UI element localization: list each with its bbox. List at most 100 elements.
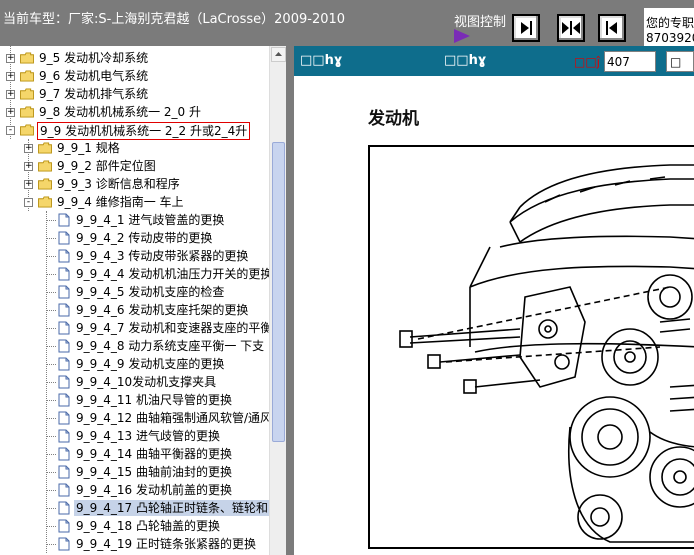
- tree-leaf-item[interactable]: 9_9_4_8 动力系统支座平衡一 下支: [0, 337, 270, 355]
- document-icon: [58, 393, 70, 407]
- tree-guide-line: [46, 274, 56, 275]
- tree-folder-item[interactable]: +9_9_3 诊断信息和程序: [0, 175, 270, 193]
- document-icon: [58, 339, 70, 353]
- document-icon: [58, 231, 70, 245]
- folder-icon: [20, 52, 34, 64]
- tree-folder-item[interactable]: +9_5 发动机冷却系统: [0, 49, 270, 67]
- collapse-toggle-icon[interactable]: -: [6, 126, 15, 135]
- chevron-up-icon: [275, 52, 282, 56]
- document-icon: [58, 411, 70, 425]
- tree-item-label: 9_9_3 诊断信息和程序: [57, 177, 180, 191]
- tree-leaf-item[interactable]: 9_9_4_3 传动皮带张紧器的更换: [0, 247, 270, 265]
- tree-guide-line: [46, 328, 56, 329]
- tree-folder-item[interactable]: +9_8 发动机机械系统一 2_0 升: [0, 103, 270, 121]
- tree-leaf-item[interactable]: 9_9_4_14 曲轴平衡器的更换: [0, 445, 270, 463]
- tree-item-label: 9_9_4_6 发动机支座托架的更换: [76, 303, 249, 317]
- document-icon: [58, 501, 70, 515]
- view-control-arrow-icon: [454, 29, 470, 43]
- info-line-1: 您的专职: [646, 16, 694, 30]
- expand-toggle-icon[interactable]: +: [24, 180, 33, 189]
- tree-guide-line: [46, 472, 56, 473]
- tree-leaf-item[interactable]: 9_9_4_9 发动机支座的更换: [0, 355, 270, 373]
- expand-toggle-icon[interactable]: +: [6, 72, 15, 81]
- info-line-2: 8703920: [646, 31, 694, 45]
- tree-leaf-item[interactable]: 9_9_4_16 发动机前盖的更换: [0, 481, 270, 499]
- tree-guide-line: [46, 292, 56, 293]
- tree-leaf-item[interactable]: 9_9_4_15 曲轴前油封的更换: [0, 463, 270, 481]
- tree-leaf-item[interactable]: 9_9_4_2 传动皮带的更换: [0, 229, 270, 247]
- current-car-title: 当前车型：厂家:S-上海别克君越（LaCrosse）2009-2010: [3, 12, 346, 27]
- document-icon: [58, 285, 70, 299]
- arrows-both-icon: [562, 21, 580, 35]
- tree-leaf-item[interactable]: 9_9_4_11 机油尺导管的更换: [0, 391, 270, 409]
- tree-item-label: 9_9_4_7 发动机和变速器支座的平衡: [76, 321, 273, 335]
- document-icon: [58, 321, 70, 335]
- expand-toggle-icon[interactable]: +: [6, 108, 15, 117]
- tree-leaf-item[interactable]: 9_9_4_19 正时链条张紧器的更换: [0, 535, 270, 553]
- expand-toggle-icon[interactable]: +: [6, 54, 15, 63]
- scroll-thumb[interactable]: [272, 142, 285, 442]
- tree-item-label: 9_9_4_11 机油尺导管的更换: [76, 393, 232, 407]
- tree-item-label: 9_9_2 部件定位图: [57, 159, 156, 173]
- document-icon: [58, 213, 70, 227]
- tree-leaf-item[interactable]: 9_9_4_12 曲轴箱强制通风软管/通风: [0, 409, 272, 427]
- split-both-button[interactable]: [557, 14, 585, 42]
- folder-icon: [38, 178, 52, 190]
- tree-folder-item[interactable]: +9_7 发动机排气系统: [0, 85, 270, 103]
- document-icon: [58, 249, 70, 263]
- panel-splitter[interactable]: [286, 46, 294, 555]
- page-label: □□ĵ: [574, 55, 601, 69]
- expand-toggle-icon[interactable]: +: [6, 90, 15, 99]
- tree-item-label: 9_6 发动机电气系统: [39, 69, 149, 83]
- search-input[interactable]: [666, 51, 694, 72]
- tree-item-label: 9_9_4_13 进气歧管的更换: [76, 429, 220, 443]
- folder-open-icon: [20, 124, 34, 136]
- folder-open-icon: [38, 196, 52, 208]
- tree-item-label: 9_5 发动机冷却系统: [39, 51, 149, 65]
- viewer-header-label-2[interactable]: □□hɣ: [444, 53, 486, 68]
- tree-item-label: 9_9_4_18 凸轮轴盖的更换: [76, 519, 220, 533]
- document-icon: [58, 357, 70, 371]
- tree-item-label: 9_9_4_17 凸轮轴正时链条、链轮和: [74, 500, 270, 516]
- scroll-up-button[interactable]: [271, 47, 286, 62]
- tree-item-label: 9_9_1 规格: [57, 141, 120, 155]
- expand-right-button[interactable]: [512, 14, 540, 42]
- engine-diagram: [368, 145, 694, 549]
- tree-guide-line: [46, 544, 56, 545]
- viewer-header-label-1[interactable]: □□hɣ: [300, 53, 342, 68]
- tree-leaf-item[interactable]: 9_9_4_17 凸轮轴正时链条、链轮和: [0, 499, 270, 517]
- document-icon: [58, 465, 70, 479]
- tree-guide-line: [46, 364, 56, 365]
- tree-item-label: 9_9_4_3 传动皮带张紧器的更换: [76, 249, 249, 263]
- tree-leaf-item[interactable]: 9_9_4_18 凸轮轴盖的更换: [0, 517, 270, 535]
- tree-leaf-item[interactable]: 9_9_4_10发动机支撑夹具: [0, 373, 270, 391]
- tree-leaf-item[interactable]: 9_9_4_13 进气歧管的更换: [0, 427, 270, 445]
- tree-folder-item[interactable]: +9_6 发动机电气系统: [0, 67, 270, 85]
- tree-item-label: 9_9_4_14 曲轴平衡器的更换: [76, 447, 232, 461]
- tree-folder-item[interactable]: +9_9_2 部件定位图: [0, 157, 270, 175]
- view-control-label: 视图控制: [454, 15, 507, 30]
- tree-guide-line: [46, 310, 56, 311]
- tree-leaf-item[interactable]: 9_9_4_4 发动机机油压力开关的更换: [0, 265, 272, 283]
- expand-toggle-icon[interactable]: +: [24, 144, 33, 153]
- collapse-left-button[interactable]: [598, 14, 626, 42]
- tree-folder-item[interactable]: - 9_9 发动机机械系统一 2_2 升或2_4升: [0, 121, 270, 140]
- tree-guide-line: [46, 526, 56, 527]
- tree-scrollbar[interactable]: [269, 46, 286, 555]
- document-icon: [58, 375, 70, 389]
- tree-leaf-item[interactable]: 9_9_4_5 发动机支座的检查: [0, 283, 270, 301]
- tree-leaf-item[interactable]: 9_9_4_1 进气歧管盖的更换: [0, 211, 270, 229]
- tree-item-label: 9_9_4_4 发动机机油压力开关的更换: [76, 267, 273, 281]
- folder-icon: [20, 70, 34, 82]
- page-number-input[interactable]: [604, 51, 656, 72]
- document-icon: [58, 267, 70, 281]
- collapse-toggle-icon[interactable]: -: [24, 198, 33, 207]
- tree-leaf-item[interactable]: 9_9_4_6 发动机支座托架的更换: [0, 301, 270, 319]
- tree-folder-item[interactable]: +9_9_1 规格: [0, 139, 270, 157]
- tree-folder-item[interactable]: - 9_9_4 维修指南一 车上: [0, 193, 270, 211]
- expand-toggle-icon[interactable]: +: [24, 162, 33, 171]
- tree-item-label: 9_9_4_10发动机支撑夹具: [76, 375, 217, 389]
- document-icon: [58, 429, 70, 443]
- document-viewer: □□hɣ □□hɣ □□ĵ 发动机: [294, 46, 694, 555]
- tree-leaf-item[interactable]: 9_9_4_7 发动机和变速器支座的平衡: [0, 319, 272, 337]
